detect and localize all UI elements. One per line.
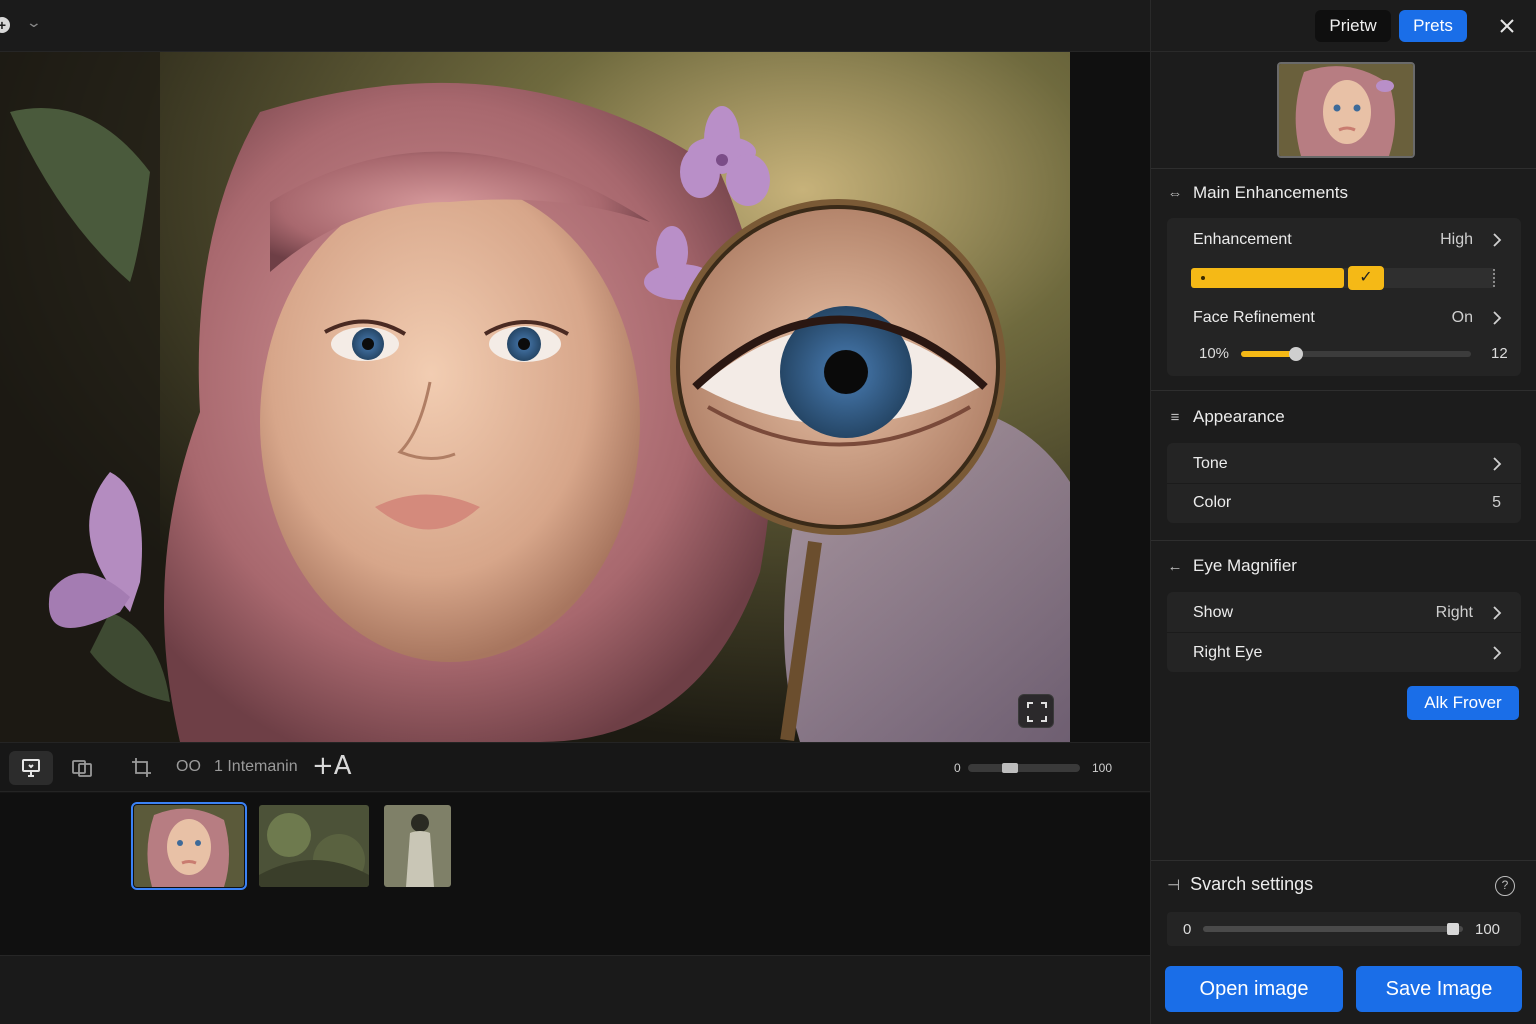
face-refinement-row[interactable]: Face Refinement On <box>1167 298 1521 338</box>
arrows-horizontal-icon: ⇔ <box>1167 184 1183 202</box>
appearance-card: Tone Color 5 <box>1167 443 1521 523</box>
face-slider-min: 10% <box>1199 345 1230 362</box>
search-slider-knob[interactable] <box>1447 923 1459 935</box>
slider-dot <box>1201 276 1205 280</box>
chevron-right-icon <box>1493 233 1502 247</box>
enhancement-label: Enhancement <box>1193 231 1292 248</box>
zoom-max-label: 100 <box>1092 761 1113 775</box>
show-value: Right <box>1435 604 1473 621</box>
top-bar: + ⌄ <box>0 0 1150 52</box>
search-settings-card: 0 100 <box>1167 912 1521 946</box>
chevron-right-icon <box>1493 606 1502 620</box>
bottom-bar <box>0 955 1150 1024</box>
add-icon[interactable]: + <box>0 17 10 33</box>
search-slider-max: 100 <box>1475 921 1501 938</box>
help-icon[interactable]: ? <box>1495 876 1515 896</box>
monitor-icon <box>22 759 40 777</box>
enhancement-slider[interactable]: ✓ <box>1191 266 1497 290</box>
counter-label: OO <box>176 758 201 775</box>
compare-view-button[interactable] <box>9 751 53 785</box>
chevron-right-icon <box>1493 311 1502 325</box>
divider <box>1151 390 1536 391</box>
crop-button[interactable] <box>120 751 164 785</box>
section-search-settings[interactable]: ⊣ Svarch settings <box>1167 874 1313 895</box>
filmstrip-thumb-3[interactable] <box>384 805 451 887</box>
right-eye-label: Right Eye <box>1193 644 1263 661</box>
main-enhancements-card: Enhancement High ✓ Face Refinement On 10… <box>1167 218 1521 376</box>
enhancement-slider-fill <box>1191 268 1344 288</box>
section-appearance[interactable]: ≡ Appearance <box>1167 407 1285 427</box>
tone-label: Tone <box>1193 455 1228 472</box>
enhancement-value: High <box>1440 231 1473 248</box>
chevron-right-icon <box>1493 457 1502 471</box>
menu-icon: ≡ <box>1170 408 1180 426</box>
expand-icon <box>1027 702 1047 722</box>
image-canvas[interactable] <box>0 52 1150 742</box>
color-value: 5 <box>1492 494 1501 511</box>
arrow-left-icon: ← <box>1167 557 1183 575</box>
section-title: Svarch settings <box>1190 874 1314 894</box>
preview-thumbnail <box>1277 62 1415 158</box>
tone-row[interactable]: Tone <box>1167 444 1521 484</box>
crop-icon <box>132 758 151 777</box>
right-eye-row[interactable]: Right Eye <box>1167 633 1521 673</box>
face-refinement-value: On <box>1451 309 1473 326</box>
filmstrip-thumb-1[interactable] <box>131 802 247 890</box>
open-image-button[interactable]: Open image <box>1165 966 1343 1012</box>
tab-presets[interactable]: Prets <box>1399 10 1467 42</box>
fullscreen-button[interactable] <box>1018 694 1054 728</box>
color-label: Color <box>1193 494 1232 511</box>
search-slider-min: 0 <box>1183 921 1192 938</box>
zoom-slider[interactable] <box>968 763 1080 773</box>
filmstrip <box>0 793 1150 955</box>
color-row[interactable]: Color 5 <box>1167 483 1521 523</box>
section-eye-magnifier[interactable]: ← Eye Magnifier <box>1167 556 1297 576</box>
eye-magnifier-action-button[interactable]: Alk Frover <box>1407 686 1519 720</box>
face-slider-max: 12 <box>1491 345 1508 362</box>
canvas-toolbar: OO 1 Intemanin +A 0 100 <box>0 742 1150 792</box>
filmstrip-thumb-2[interactable] <box>259 805 369 887</box>
show-label: Show <box>1193 604 1234 621</box>
section-main-enhancements[interactable]: ⇔ Main Enhancements <box>1167 183 1348 203</box>
close-icon[interactable] <box>1495 14 1519 38</box>
split-view-button[interactable] <box>60 751 104 785</box>
face-refinement-slider[interactable] <box>1241 347 1471 361</box>
sliders-icon: ⊣ <box>1167 876 1181 894</box>
face-slider-fill <box>1241 351 1296 357</box>
panel-header: Prietw Prets <box>1151 0 1536 52</box>
main-photo <box>0 52 1070 742</box>
chevron-right-icon <box>1493 646 1502 660</box>
divider <box>1151 860 1536 861</box>
tab-preview[interactable]: Prietw <box>1315 10 1391 42</box>
eye-magnifier-card: Show Right Right Eye <box>1167 592 1521 672</box>
face-refinement-label: Face Refinement <box>1193 309 1315 326</box>
search-slider[interactable] <box>1203 923 1463 935</box>
enhancement-row[interactable]: Enhancement High <box>1167 220 1521 260</box>
save-image-button[interactable]: Save Image <box>1356 966 1522 1012</box>
image-label: 1 Intemanin <box>214 758 298 775</box>
section-title: Eye Magnifier <box>1193 556 1297 575</box>
section-title: Appearance <box>1193 407 1285 426</box>
check-icon[interactable]: ✓ <box>1348 266 1384 290</box>
zoom-slider-thumb[interactable] <box>1002 763 1018 773</box>
slider-end-marker <box>1493 269 1497 287</box>
chevron-down-icon[interactable]: ⌄ <box>26 14 42 31</box>
divider <box>1151 168 1536 169</box>
settings-panel: Prietw Prets ⇔ Main Enhancements Enhance… <box>1150 0 1536 1024</box>
section-title: Main Enhancements <box>1193 183 1348 202</box>
divider <box>1151 540 1536 541</box>
split-icon <box>72 760 92 777</box>
face-slider-knob[interactable] <box>1289 347 1303 361</box>
show-row[interactable]: Show Right <box>1167 593 1521 633</box>
workspace: + ⌄ OO 1 Intemanin +A 0 100 <box>0 0 1150 1024</box>
zoom-min-label: 0 <box>954 761 961 775</box>
text-tool-icon[interactable]: +A <box>312 751 352 781</box>
